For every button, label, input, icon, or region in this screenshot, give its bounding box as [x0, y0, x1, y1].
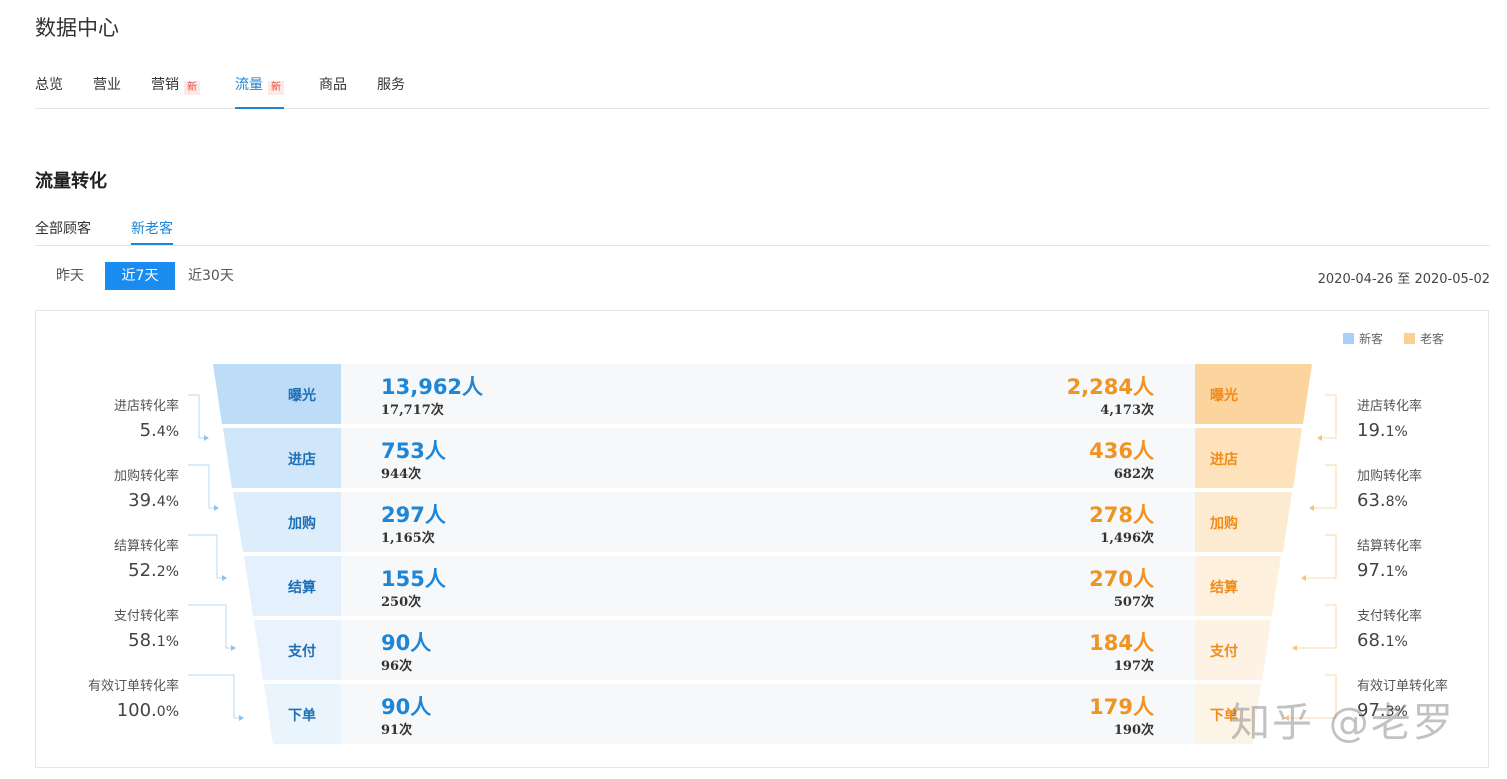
old-people-count: 179人 — [1089, 695, 1154, 719]
watermark: 知乎 @老罗 — [1230, 700, 1455, 746]
connector-right-4 — [1297, 604, 1337, 649]
connector-left-3 — [188, 534, 222, 579]
new-visit-count: 96次 — [381, 659, 413, 674]
old-people-count: 270人 — [1089, 567, 1154, 591]
stage-row-pay — [341, 620, 1195, 680]
stage-label-old: 结算 — [1210, 580, 1238, 596]
rate-dec: 1% — [1385, 634, 1408, 650]
connector-right-3 — [1306, 534, 1337, 579]
old-visit-count: 4,173次 — [1100, 403, 1154, 418]
new-visit-count: 250次 — [381, 595, 422, 610]
new-rate-value: 52.2% — [128, 560, 179, 581]
old-rate-label: 进店转化率 — [1357, 399, 1423, 414]
stage-row-cart — [341, 492, 1195, 552]
stage-label-old: 加购 — [1210, 516, 1238, 532]
old-visit-count: 682次 — [1113, 467, 1154, 482]
new-rate-label: 结算转化率 — [113, 539, 179, 554]
stage-row-visit — [341, 428, 1195, 488]
old-people-count: 278人 — [1089, 503, 1154, 527]
new-visit-count: 91次 — [381, 723, 413, 738]
new-rate-value: 5.4% — [140, 420, 179, 441]
funnel-new-visit — [223, 428, 341, 488]
rate-int: 58. — [128, 630, 157, 651]
new-rate-label: 加购转化率 — [113, 469, 179, 484]
arrow-right-2 — [1309, 505, 1314, 511]
rate-int: 19. — [1357, 420, 1386, 441]
stage-label-new: 下单 — [288, 708, 316, 724]
old-rate-label: 结算转化率 — [1357, 539, 1423, 554]
arrow-right-3 — [1301, 575, 1306, 581]
new-rate-value: 100.0% — [117, 700, 179, 721]
old-visit-count: 190次 — [1113, 723, 1154, 738]
arrow-left-1 — [204, 435, 209, 441]
old-visit-count: 1,496次 — [1100, 531, 1154, 546]
arrow-left-4 — [231, 645, 236, 651]
old-people-count: 436人 — [1089, 439, 1154, 463]
connector-left-2 — [188, 464, 214, 509]
stage-label-new: 支付 — [288, 644, 316, 660]
arrow-right-4 — [1292, 645, 1297, 651]
new-rate-value: 58.1% — [128, 630, 179, 651]
connector-left-1 — [188, 394, 204, 439]
rate-dec: 1% — [156, 634, 179, 650]
new-visit-count: 17,717次 — [381, 403, 444, 418]
new-people-count: 753人 — [381, 439, 446, 463]
old-rate-value: 97.1% — [1357, 560, 1408, 581]
stage-label-old: 支付 — [1210, 644, 1238, 660]
connector-right-2 — [1314, 464, 1337, 509]
stage-label-new: 进店 — [288, 452, 316, 468]
funnel-new-cart — [233, 492, 341, 552]
stage-label-new: 加购 — [288, 516, 316, 532]
old-rate-value: 19.1% — [1357, 420, 1408, 441]
arrow-left-2 — [214, 505, 219, 511]
arrow-left-5 — [239, 715, 244, 721]
old-rate-label: 加购转化率 — [1357, 469, 1423, 484]
rate-int: 39. — [128, 490, 157, 511]
old-rate-label: 支付转化率 — [1357, 609, 1423, 624]
rate-dec: 8% — [1385, 494, 1408, 510]
old-rate-value: 68.1% — [1357, 630, 1408, 651]
stage-row-checkout — [341, 556, 1195, 616]
rate-int: 97. — [1357, 560, 1386, 581]
old-people-count: 2,284人 — [1066, 375, 1154, 399]
new-people-count: 13,962人 — [381, 375, 484, 399]
old-rate-value: 63.8% — [1357, 490, 1408, 511]
rate-int: 52. — [128, 560, 157, 581]
rate-dec: 1% — [1385, 564, 1408, 580]
rate-dec: 0% — [156, 704, 179, 720]
old-people-count: 184人 — [1089, 631, 1154, 655]
new-people-count: 90人 — [381, 631, 432, 655]
rate-dec: 4% — [156, 424, 179, 440]
new-rate-label: 进店转化率 — [113, 399, 179, 414]
rate-int: 63. — [1357, 490, 1386, 511]
stage-label-old: 进店 — [1210, 452, 1238, 468]
funnel-old-checkout — [1195, 556, 1281, 616]
new-visit-count: 1,165次 — [381, 531, 435, 546]
new-rate-value: 39.4% — [128, 490, 179, 511]
stage-row-order — [341, 684, 1195, 744]
rate-dec: 4% — [156, 494, 179, 510]
rate-int: 5. — [139, 420, 157, 441]
new-people-count: 297人 — [381, 503, 446, 527]
new-rate-label: 支付转化率 — [113, 609, 179, 624]
new-people-count: 90人 — [381, 695, 432, 719]
arrow-left-3 — [222, 575, 227, 581]
old-visit-count: 197次 — [1113, 659, 1154, 674]
stage-label-old: 曝光 — [1210, 388, 1238, 404]
stage-label-new: 曝光 — [288, 388, 316, 404]
stage-label-new: 结算 — [288, 580, 316, 596]
connector-left-4 — [188, 604, 231, 649]
new-visit-count: 944次 — [381, 467, 422, 482]
funnel-new-exposure — [213, 364, 341, 424]
arrow-right-1 — [1317, 435, 1322, 441]
old-visit-count: 507次 — [1113, 595, 1154, 610]
new-people-count: 155人 — [381, 567, 446, 591]
rate-dec: 2% — [156, 564, 179, 580]
rate-int: 68. — [1357, 630, 1386, 651]
rate-dec: 1% — [1385, 424, 1408, 440]
connector-left-5 — [188, 674, 239, 719]
rate-int: 100. — [116, 700, 157, 721]
connector-right-1 — [1322, 394, 1337, 439]
new-rate-label: 有效订单转化率 — [87, 679, 179, 694]
